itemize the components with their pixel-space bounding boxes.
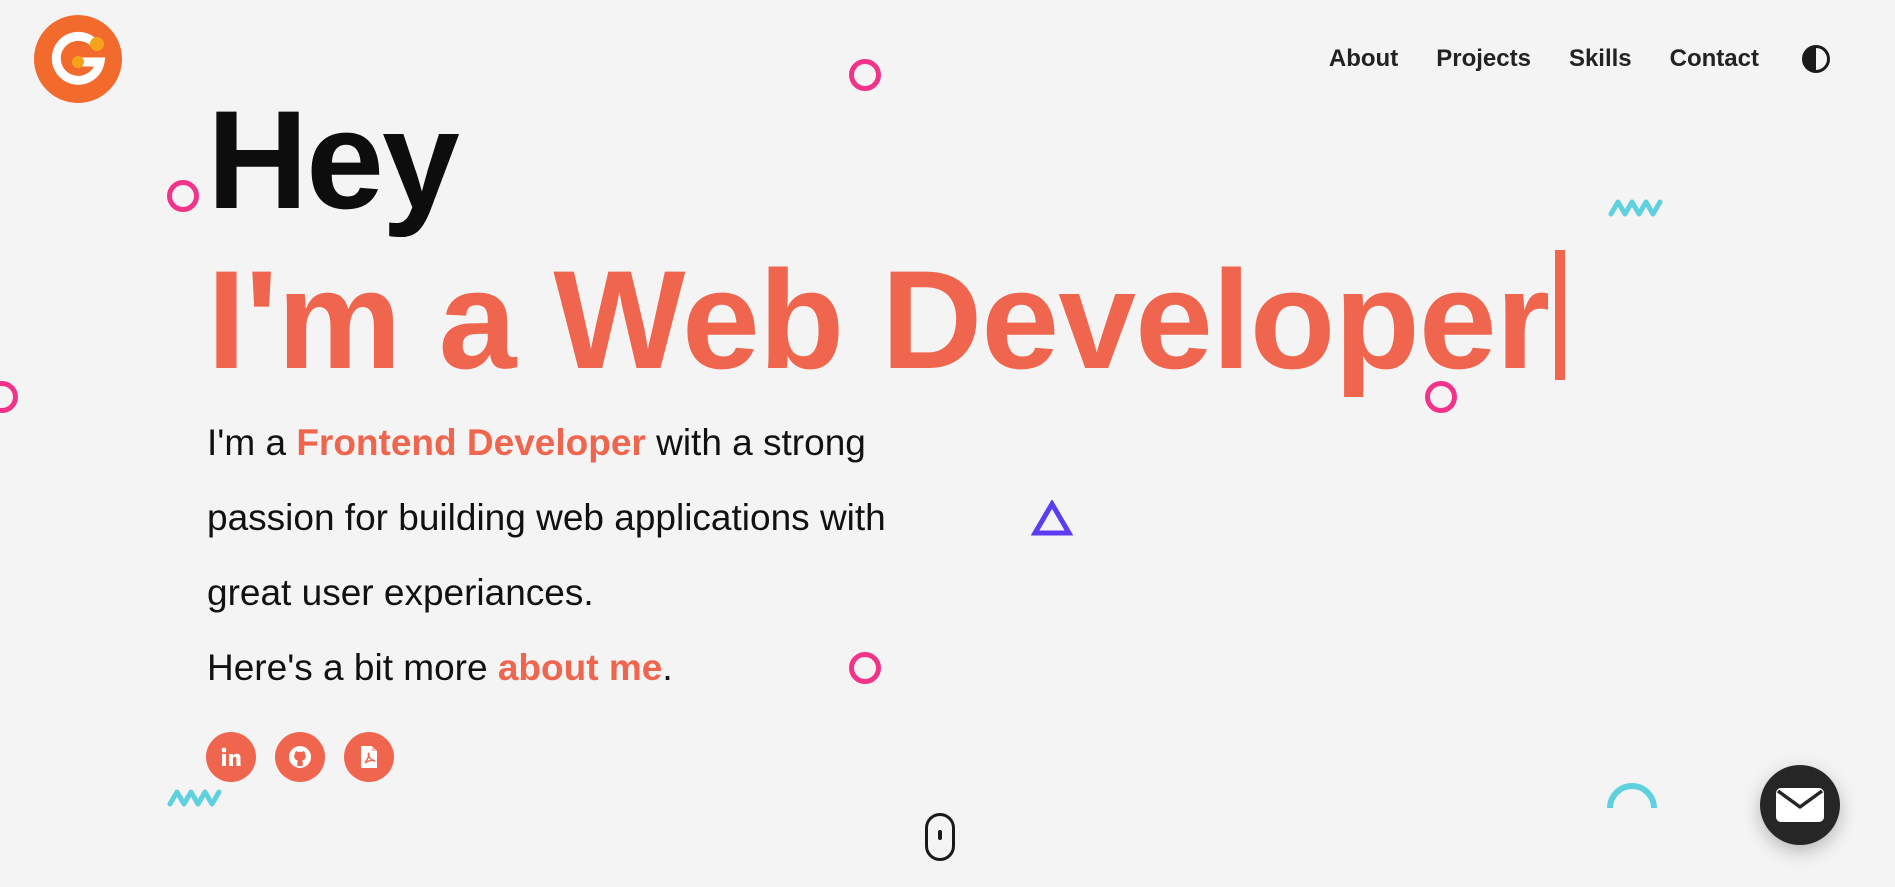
decor-zigzag [1608,199,1663,217]
intro-prefix: I'm a [207,422,297,463]
typing-cursor [1555,250,1566,380]
github-button[interactable] [275,732,325,782]
github-icon [289,746,311,768]
linkedin-icon [221,747,241,766]
hero-role: I'm a Web Developer [207,250,1566,390]
decor-arc [1607,783,1657,809]
about-me-link[interactable]: about me [498,647,662,688]
logo[interactable] [33,14,123,104]
social-links [206,732,394,782]
decor-triangle [1031,500,1073,536]
hero-greeting: Hey [207,81,460,238]
nav-contact[interactable]: Contact [1670,45,1759,73]
hero-role-text: I'm a Web Developer [207,241,1550,398]
resume-button[interactable] [344,732,394,782]
mouse-scroll-icon[interactable] [925,813,955,863]
hero-intro: I'm a Frontend Developer with a strong p… [207,405,927,705]
hero: Hey [207,81,460,238]
mail-icon [1776,788,1824,822]
pdf-icon [361,746,377,768]
nav-projects[interactable]: Projects [1436,45,1531,73]
intro-more-prefix: Here's a bit more [207,647,498,688]
intro-more-suffix: . [662,647,673,688]
decor-zigzag [167,789,222,807]
decor-ring [1425,381,1457,413]
decor-ring [849,59,881,91]
nav-about[interactable]: About [1329,45,1398,73]
nav-skills[interactable]: Skills [1569,45,1632,73]
decor-ring [0,381,18,413]
linkedin-button[interactable] [206,732,256,782]
decor-ring [849,652,881,684]
main-nav: About Projects Skills Contact [1329,44,1831,74]
intro-highlight: Frontend Developer [296,422,646,463]
mail-button[interactable] [1760,765,1840,845]
contrast-icon[interactable] [1801,44,1831,74]
decor-ring [167,180,199,212]
